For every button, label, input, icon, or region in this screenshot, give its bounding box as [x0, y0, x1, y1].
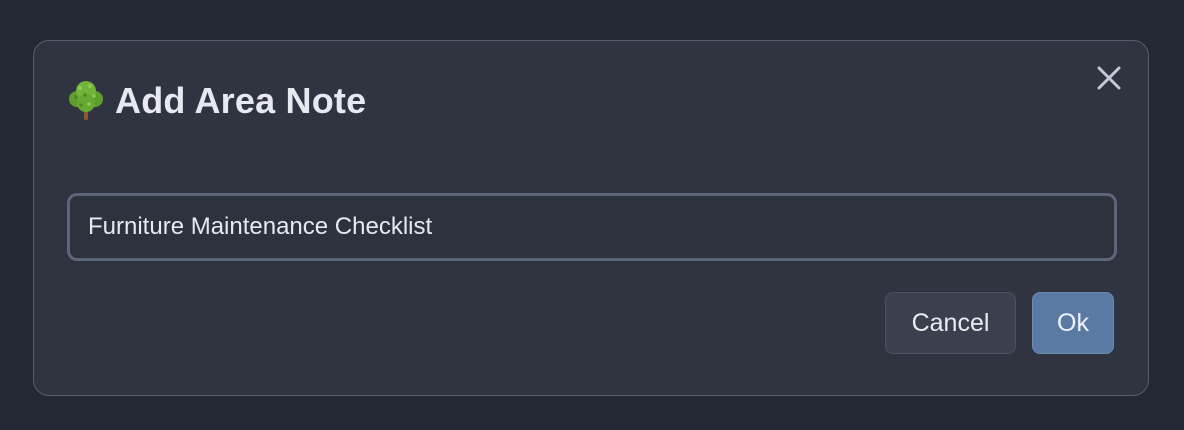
dialog-title: Add Area Note: [115, 80, 367, 121]
add-area-note-dialog: Add Area Note Cancel Ok: [33, 40, 1149, 396]
close-button[interactable]: [1094, 63, 1124, 93]
cancel-button[interactable]: Cancel: [885, 292, 1016, 354]
dialog-header: Add Area Note: [67, 79, 366, 123]
note-name-input[interactable]: [67, 193, 1117, 261]
ok-button[interactable]: Ok: [1032, 292, 1114, 354]
close-icon: [1097, 66, 1121, 90]
tree-icon: [67, 79, 105, 123]
